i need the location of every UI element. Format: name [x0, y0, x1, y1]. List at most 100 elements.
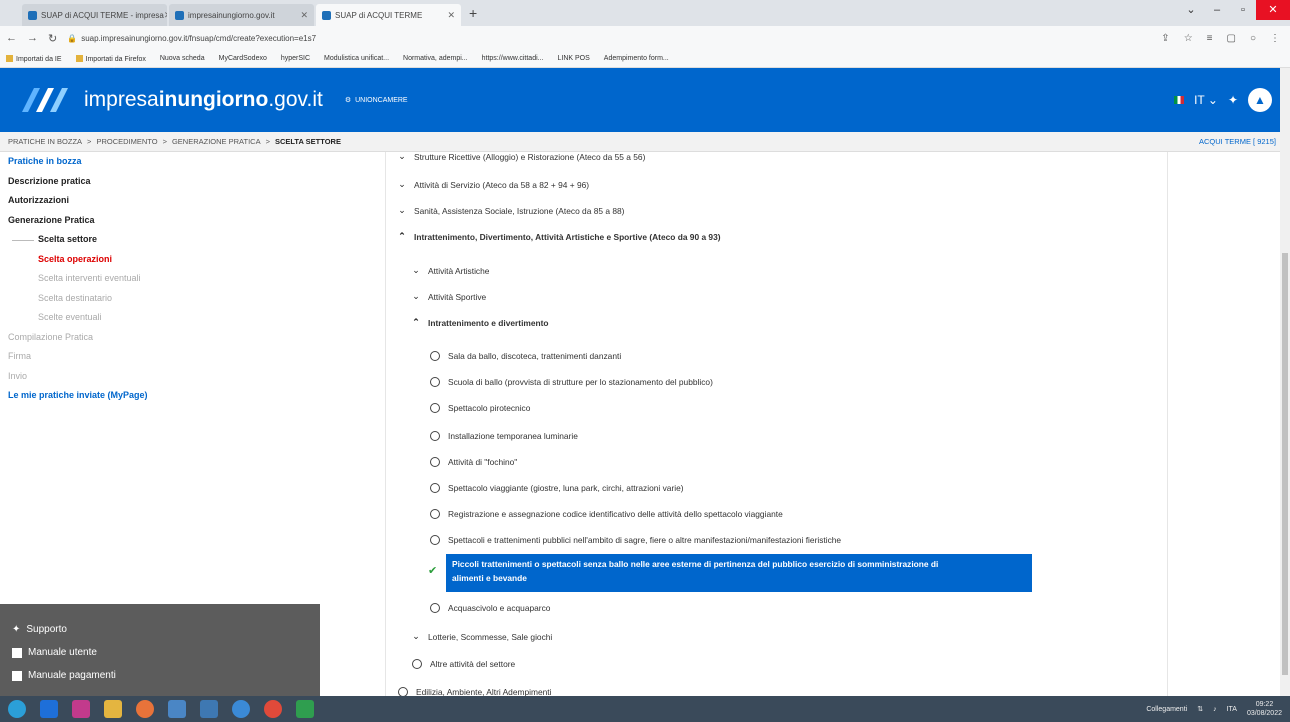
back-icon[interactable]: ← — [6, 32, 17, 44]
radio-icon[interactable] — [398, 687, 408, 696]
sidebar-item-pratiche-in-bozza[interactable]: Pratiche in bozza — [0, 152, 320, 172]
sidebar-item-autorizzazioni[interactable]: Autorizzazioni — [0, 191, 320, 211]
menu-icon[interactable]: ⋮ — [1270, 33, 1280, 44]
option-scuola-di-ballo[interactable]: Scuola di ballo (provvista di strutture … — [430, 377, 713, 387]
bookmark-item[interactable]: hyperSIC — [281, 55, 310, 62]
browser-tab-2[interactable]: impresainungiorno.gov.it ✕ — [169, 4, 314, 26]
browser-tab-3[interactable]: SUAP di ACQUI TERME ✕ — [316, 4, 461, 26]
site-logo-icon[interactable] — [18, 80, 74, 120]
tree-node-attivita-artistiche[interactable]: ⌄ Attività Artistiche — [412, 265, 489, 276]
close-tab-icon[interactable]: ✕ — [447, 10, 455, 21]
bookmark-item[interactable]: Adempimento form... — [604, 55, 669, 62]
option-edilizia[interactable]: Edilizia, Ambiente, Altri Adempimenti — [398, 687, 551, 696]
url-field[interactable]: suap.impresainungiorno.gov.it/fnsuap/cmd… — [81, 34, 316, 43]
option-luminarie[interactable]: Installazione temporanea luminarie — [430, 431, 578, 441]
scrollbar-thumb[interactable] — [1282, 253, 1288, 675]
page-scrollbar[interactable] — [1280, 68, 1290, 696]
radio-icon[interactable] — [430, 603, 440, 613]
minimize-button[interactable]: – — [1204, 0, 1230, 20]
app-icon[interactable] — [296, 700, 314, 718]
option-sagre-fiere[interactable]: Spettacoli e trattenimenti pubblici nell… — [430, 535, 841, 545]
star-icon[interactable]: ☆ — [1184, 33, 1193, 44]
app-icon[interactable] — [72, 700, 90, 718]
maximize-button[interactable]: ▫ — [1230, 0, 1256, 20]
radio-icon[interactable] — [412, 659, 422, 669]
option-fochino[interactable]: Attività di "fochino" — [430, 457, 517, 467]
radio-icon[interactable] — [430, 535, 440, 545]
option-altre-attivita[interactable]: Altre attività del settore — [412, 659, 515, 669]
tree-node-sanita[interactable]: ⌄ Sanità, Assistenza Sociale, Istruzione … — [398, 205, 624, 216]
firefox-icon[interactable] — [136, 700, 154, 718]
payments-manual-link[interactable]: Manuale pagamenti — [0, 664, 320, 687]
bookmark-item[interactable]: LINK POS — [557, 55, 589, 62]
bookmark-item[interactable]: Modulistica unificat... — [324, 55, 389, 62]
folder-icon — [75, 54, 83, 62]
ie-icon[interactable] — [40, 700, 58, 718]
support-link[interactable]: ✦ Supporto — [0, 618, 320, 641]
forward-icon[interactable]: → — [27, 32, 38, 44]
radio-icon[interactable] — [430, 457, 440, 467]
bookmark-item[interactable]: MyCardSodexo — [219, 55, 267, 62]
close-window-button[interactable]: ✕ — [1256, 0, 1290, 20]
breadcrumb-item[interactable]: PRATICHE IN BOZZA — [8, 137, 82, 146]
close-tab-icon[interactable]: ✕ — [164, 10, 167, 21]
sector-tree: ⌄ Strutture Ricettive (Alloggio) e Ristor… — [385, 152, 1168, 696]
chrome-icon[interactable] — [264, 700, 282, 718]
radio-icon[interactable] — [430, 509, 440, 519]
share-icon[interactable]: ⇪ — [1161, 33, 1169, 44]
chevron-down-icon[interactable]: ⌄ — [1178, 0, 1204, 20]
bookmark-item[interactable]: Importati da IE — [6, 54, 62, 63]
document-icon — [12, 647, 22, 658]
option-piccoli-trattenimenti-selected[interactable]: Piccoli trattenimenti o spettacoli senza… — [446, 554, 1032, 592]
sidebar-item-generazione-pratica[interactable]: Generazione Pratica — [0, 211, 320, 231]
option-sala-da-ballo[interactable]: Sala da ballo, discoteca, trattenimenti … — [430, 351, 621, 361]
tree-node-attivita-sportive[interactable]: ⌄ Attività Sportive — [412, 291, 486, 302]
chevron-down-icon: ⌄ — [412, 291, 420, 301]
option-spettacolo-pirotecnico[interactable]: Spettacolo pirotecnico — [430, 403, 530, 413]
sidebar-icon[interactable]: ▢ — [1227, 33, 1236, 44]
start-button[interactable] — [8, 700, 26, 718]
new-tab-button[interactable]: + — [469, 5, 477, 21]
radio-icon[interactable] — [430, 377, 440, 387]
tree-node-strutture-ricettive[interactable]: ⌄ Strutture Ricettive (Alloggio) e Ristor… — [398, 152, 645, 162]
user-icon[interactable]: ▲ — [1248, 88, 1272, 112]
app-icon[interactable] — [200, 700, 218, 718]
radio-icon[interactable] — [430, 431, 440, 441]
tree-node-lotterie[interactable]: ⌄ Lotterie, Scommesse, Sale giochi — [412, 631, 552, 642]
bookmark-item[interactable]: Normativa, adempi... — [403, 55, 468, 62]
sidebar-item-descrizione-pratica[interactable]: Descrizione pratica — [0, 172, 320, 192]
breadcrumb-item[interactable]: PROCEDIMENTO — [96, 137, 157, 146]
network-icon[interactable]: ⇅ — [1197, 705, 1203, 713]
tree-node-attivita-servizio[interactable]: ⌄ Attività di Servizio (Ateco da 58 a 82 … — [398, 179, 589, 190]
bookmark-item[interactable]: Importati da Firefox — [75, 54, 146, 63]
app-icon[interactable] — [168, 700, 186, 718]
folder-icon[interactable] — [104, 700, 122, 718]
sidebar-item-scelta-operazioni[interactable]: Scelta operazioni — [0, 250, 320, 270]
app-icon[interactable] — [232, 700, 250, 718]
breadcrumb-item[interactable]: GENERAZIONE PRATICA — [172, 137, 261, 146]
bookmark-item[interactable]: https://www.cittadi... — [482, 55, 544, 62]
option-registrazione-codice[interactable]: Registrazione e assegnazione codice iden… — [430, 509, 783, 519]
reading-list-icon[interactable]: ≡ — [1207, 33, 1213, 44]
site-title[interactable]: impresainungiorno.gov.it — [84, 88, 323, 112]
browser-tab-1[interactable]: SUAP di ACQUI TERME - impresa✕ — [22, 4, 167, 26]
sidebar-item-mypage[interactable]: Le mie pratiche inviate (MyPage) — [0, 386, 320, 406]
clock[interactable]: 09:22 03/08/2022 — [1247, 700, 1282, 718]
option-spettacolo-viaggiante[interactable]: Spettacolo viaggiante (giostre, luna par… — [430, 483, 684, 493]
profile-icon[interactable]: ○ — [1250, 33, 1256, 44]
browser-tab-bar: SUAP di ACQUI TERME - impresa✕ impresain… — [0, 0, 1290, 26]
radio-icon[interactable] — [430, 351, 440, 361]
user-manual-link[interactable]: Manuale utente — [0, 641, 320, 664]
close-tab-icon[interactable]: ✕ — [300, 10, 308, 21]
tree-node-intrattenimento-divertimento[interactable]: ⌃ Intrattenimento e divertimento — [412, 317, 548, 328]
volume-icon[interactable]: ♪ — [1213, 706, 1217, 713]
radio-icon[interactable] — [430, 483, 440, 493]
reload-icon[interactable]: ↻ — [48, 32, 57, 45]
radio-icon[interactable] — [430, 403, 440, 413]
option-acquascivolo[interactable]: Acquascivolo e acquaparco — [430, 603, 550, 613]
tree-node-intrattenimento-settore[interactable]: ⌃ Intrattenimento, Divertimento, Attività… — [398, 231, 720, 242]
language-selector[interactable]: IT ⌄ — [1194, 93, 1218, 107]
notifications-icon[interactable]: ✦ — [1228, 93, 1238, 107]
bookmark-item[interactable]: Nuova scheda — [160, 55, 205, 62]
sidebar-item-scelta-settore[interactable]: Scelta settore — [0, 230, 320, 250]
